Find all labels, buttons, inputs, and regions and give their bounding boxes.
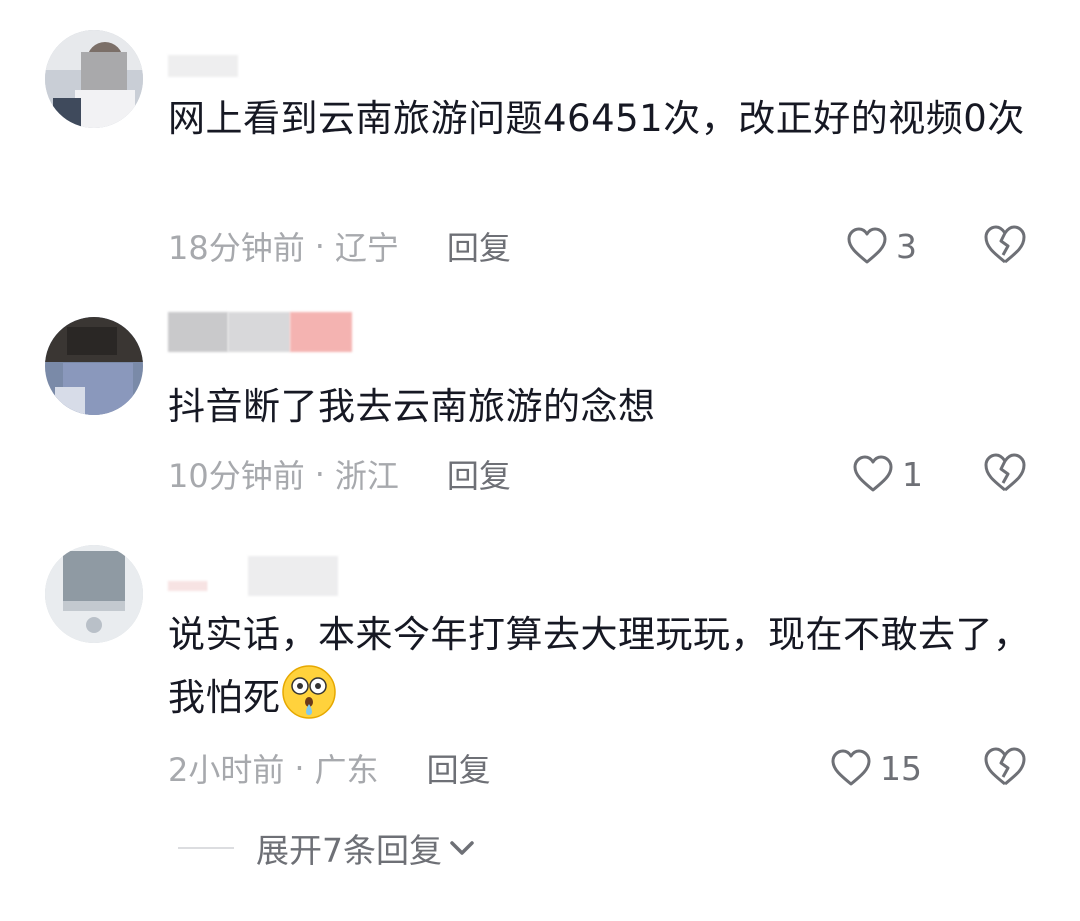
comment-location: 辽宁 (334, 229, 399, 267)
reply-button[interactable]: 回复 (447, 223, 511, 269)
comment-time: 2小时前 (168, 751, 285, 789)
comment-location: 广东 (314, 751, 379, 789)
heart-outline-icon (847, 227, 887, 264)
like-count: 1 (902, 454, 923, 494)
like-button[interactable]: 1 (852, 450, 923, 498)
comment-location: 浙江 (334, 457, 399, 495)
comment-text: 网上看到云南旅游问题46451次，改正好的视频0次 (168, 97, 1025, 140)
scared-crying-face-emoji (281, 664, 337, 737)
comment-text: 抖音断了我去云南旅游的念想 (168, 385, 656, 428)
broken-heart-icon[interactable] (982, 450, 1028, 496)
avatar[interactable] (45, 30, 143, 128)
like-count: 15 (880, 748, 922, 788)
like-count: 3 (896, 226, 917, 266)
reply-button[interactable]: 回复 (447, 451, 511, 497)
broken-heart-icon[interactable] (982, 744, 1028, 790)
meta-separator: · (314, 227, 325, 265)
expand-replies-button[interactable]: 展开7条回复 (178, 822, 476, 874)
comment-time: 18分钟前 (168, 229, 305, 267)
username-redacted (168, 556, 338, 596)
divider (178, 847, 234, 849)
heart-outline-icon (853, 455, 893, 492)
username-redacted (168, 312, 352, 352)
username-redacted (168, 46, 238, 86)
avatar[interactable] (45, 317, 143, 415)
meta-separator: · (314, 455, 325, 493)
comment-time: 10分钟前 (168, 457, 305, 495)
chevron-down-icon (450, 841, 474, 855)
expand-replies-label: 展开7条回复 (256, 831, 442, 870)
reply-button[interactable]: 回复 (427, 745, 491, 791)
comment-text: 说实话，本来今年打算去大理玩玩，现在不敢去了，我怕死 (168, 606, 1038, 737)
like-button[interactable]: 15 (830, 744, 922, 792)
avatar[interactable] (45, 545, 143, 643)
heart-outline-icon (831, 749, 871, 786)
meta-separator: · (294, 749, 305, 787)
like-button[interactable]: 3 (846, 222, 917, 270)
broken-heart-icon[interactable] (982, 222, 1028, 268)
